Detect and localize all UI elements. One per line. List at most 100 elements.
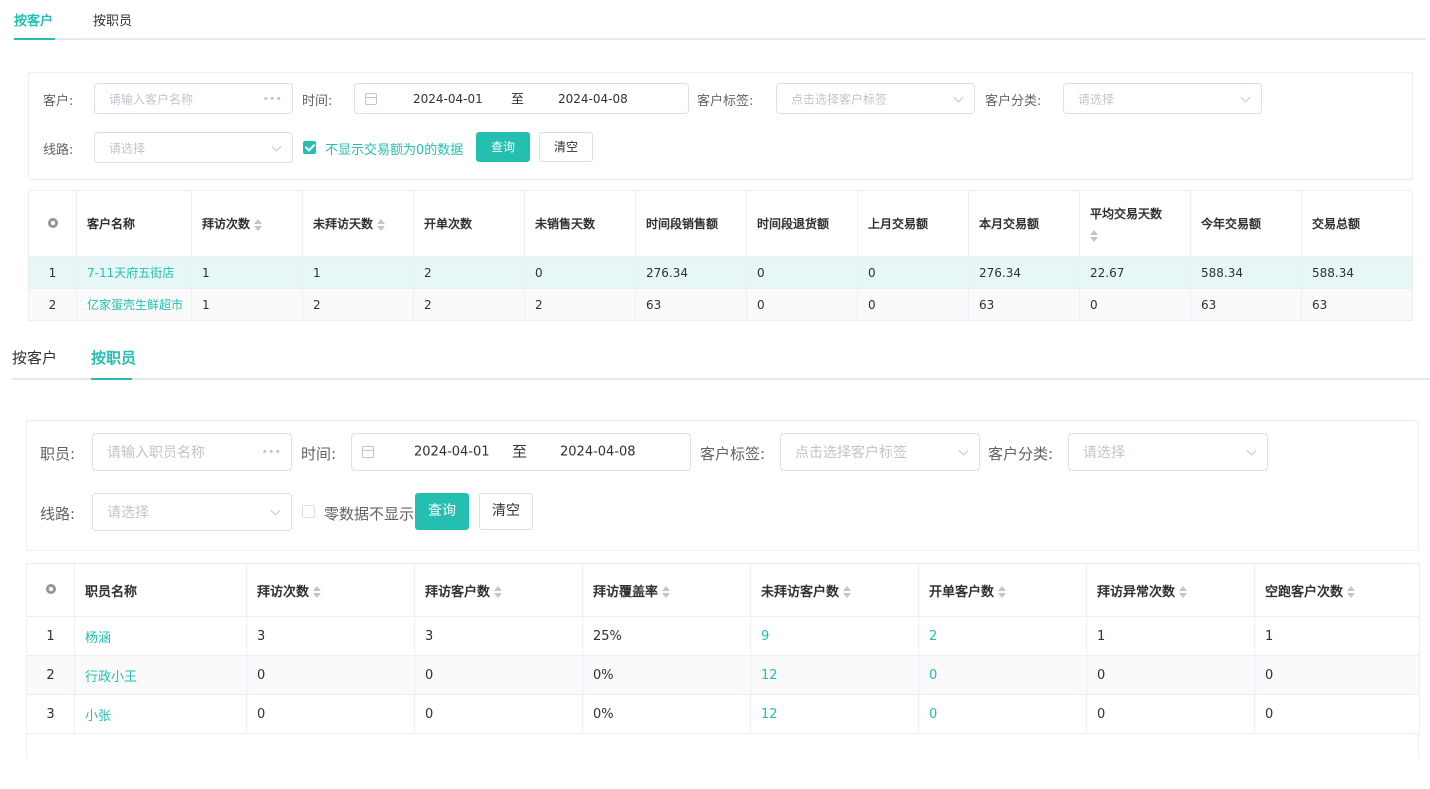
staff-name-link[interactable]: 小张	[74, 694, 247, 734]
column-settings[interactable]	[26, 563, 75, 617]
cell: 0	[1079, 288, 1191, 321]
date-to[interactable]: 2024-04-08	[558, 92, 628, 106]
time-label: 时间:	[301, 445, 337, 463]
tab-by-customer[interactable]: 按客户	[14, 0, 53, 40]
header-visit-count[interactable]: 拜访次数	[246, 563, 415, 617]
customer-tag-select[interactable]: 点击选择客户标签	[776, 83, 975, 114]
header-unvisited-customers[interactable]: 未拜访客户数	[750, 563, 919, 617]
cell: 276.34	[968, 256, 1080, 289]
order-customers-link[interactable]: 0	[918, 655, 1087, 695]
customer-name-input[interactable]: 请输入客户名称 •••	[94, 83, 293, 114]
table-row[interactable]: 1 7-11天府五街店 1 1 2 0 276.34 0 0 276.34 22…	[28, 256, 1413, 289]
sort-caret-icon[interactable]	[313, 586, 322, 598]
header-customer-name: 客户名称	[76, 190, 192, 257]
sort-caret-icon[interactable]	[254, 218, 263, 231]
hide-zero-checkbox-label[interactable]: 不显示交易额为0的数据	[325, 139, 463, 158]
customer-category-placeholder: 请选择	[1078, 92, 1115, 106]
ellipsis-icon[interactable]: •••	[263, 92, 282, 105]
query-button[interactable]: 查询	[415, 493, 469, 530]
header-avg-trade-days[interactable]: 平均交易天数	[1079, 190, 1191, 257]
date-separator: 至	[511, 92, 525, 108]
staff-name-link[interactable]: 行政小王	[74, 655, 247, 695]
sort-caret-icon[interactable]	[494, 586, 503, 598]
customer-name-link[interactable]: 亿家蛋壳生鲜超市	[76, 288, 192, 321]
route-select[interactable]: 请选择	[94, 132, 293, 163]
staff-name-input[interactable]: 请输入职员名称 •••	[92, 433, 292, 471]
header-visit-count[interactable]: 拜访次数	[191, 190, 303, 257]
clear-button[interactable]: 清空	[479, 493, 533, 530]
query-button[interactable]: 查询	[476, 132, 530, 162]
cell: 0	[857, 288, 969, 321]
column-settings[interactable]	[28, 190, 77, 257]
chevron-down-icon	[953, 92, 964, 103]
staff-name-link[interactable]: 杨涵	[74, 616, 247, 656]
route-select[interactable]: 请选择	[92, 493, 292, 531]
sort-caret-icon[interactable]	[1179, 586, 1188, 598]
customer-name-placeholder: 请输入客户名称	[109, 92, 194, 106]
sort-caret-icon[interactable]	[998, 586, 1007, 598]
calendar-icon	[362, 446, 374, 458]
ellipsis-icon[interactable]: •••	[262, 446, 281, 459]
sort-caret-icon[interactable]	[1347, 586, 1356, 598]
tab-by-staff[interactable]: 按职员	[91, 330, 136, 380]
date-to[interactable]: 2024-04-08	[560, 445, 636, 460]
cell: 0	[524, 256, 636, 289]
customer-category-select[interactable]: 请选择	[1068, 433, 1268, 471]
customer-tag-select[interactable]: 点击选择客户标签	[780, 433, 980, 471]
table-row[interactable]: 2 行政小王 0 0 0% 12 0 0 0	[26, 655, 1420, 695]
date-range-picker[interactable]: 2024-04-01 至 2024-04-08	[354, 83, 689, 114]
sort-caret-icon[interactable]	[843, 586, 852, 598]
cell: 1	[1254, 616, 1420, 656]
header-empty-runs[interactable]: 空跑客户次数	[1254, 563, 1420, 617]
header-period-sales: 时间段销售额	[635, 190, 747, 257]
cell: 22.67	[1079, 256, 1191, 289]
tab-by-customer[interactable]: 按客户	[12, 330, 57, 380]
header-visit-anomalies[interactable]: 拜访异常次数	[1086, 563, 1255, 617]
cell: 588.34	[1190, 256, 1302, 289]
staff-report-panel: 按客户 按职员 职员: 请输入职员名称 ••• 时间: 2024-04-01 至…	[0, 330, 1430, 789]
table-row[interactable]: 1 杨涵 3 3 25% 9 2 1 1	[26, 616, 1420, 656]
unvisited-customers-link[interactable]: 9	[750, 616, 919, 656]
row-index: 2	[28, 288, 77, 321]
cell: 276.34	[635, 256, 747, 289]
zero-data-hide-checkbox[interactable]	[302, 505, 315, 518]
date-range-picker[interactable]: 2024-04-01 至 2024-04-08	[351, 433, 691, 471]
filter-form: 职员: 请输入职员名称 ••• 时间: 2024-04-01 至 2024-04…	[26, 420, 1419, 551]
cell: 0%	[582, 694, 751, 734]
table-empty-area	[26, 734, 1419, 759]
gear-icon[interactable]	[45, 583, 56, 594]
date-from[interactable]: 2024-04-01	[413, 92, 483, 106]
clear-button[interactable]: 清空	[539, 132, 593, 162]
unvisited-customers-link[interactable]: 12	[750, 694, 919, 734]
cell: 0	[414, 655, 583, 695]
cell: 0	[414, 694, 583, 734]
header-year-total: 今年交易额	[1190, 190, 1302, 257]
zero-data-hide-checkbox-label[interactable]: 零数据不显示	[324, 503, 414, 524]
cell: 1	[302, 256, 414, 289]
sort-caret-icon[interactable]	[377, 218, 386, 231]
cell: 0	[1254, 694, 1420, 734]
hide-zero-checkbox[interactable]	[303, 141, 316, 154]
table-row[interactable]: 2 亿家蛋壳生鲜超市 1 2 2 2 63 0 0 63 0 63 63	[28, 288, 1413, 321]
header-order-customers[interactable]: 开单客户数	[918, 563, 1087, 617]
customer-category-select[interactable]: 请选择	[1063, 83, 1262, 114]
header-visit-coverage-label: 拜访覆盖率	[593, 584, 659, 600]
customer-category-placeholder: 请选择	[1083, 445, 1125, 461]
header-this-month: 本月交易额	[968, 190, 1080, 257]
table-row[interactable]: 3 小张 0 0 0% 12 0 0 0	[26, 694, 1420, 734]
header-visited-customers[interactable]: 拜访客户数	[414, 563, 583, 617]
sort-caret-icon[interactable]	[662, 586, 671, 598]
tab-by-staff[interactable]: 按职员	[93, 0, 132, 40]
route-placeholder: 请选择	[107, 505, 149, 521]
staff-label: 职员:	[40, 445, 76, 463]
customer-name-link[interactable]: 7-11天府五街店	[76, 256, 192, 289]
gear-icon[interactable]	[47, 217, 58, 228]
order-customers-link[interactable]: 0	[918, 694, 1087, 734]
cell: 0	[857, 256, 969, 289]
sort-caret-icon[interactable]	[1090, 230, 1098, 242]
header-unvisited-days[interactable]: 未拜访天数	[302, 190, 414, 257]
unvisited-customers-link[interactable]: 12	[750, 655, 919, 695]
order-customers-link[interactable]: 2	[918, 616, 1087, 656]
header-visit-coverage[interactable]: 拜访覆盖率	[582, 563, 751, 617]
date-from[interactable]: 2024-04-01	[414, 445, 490, 460]
